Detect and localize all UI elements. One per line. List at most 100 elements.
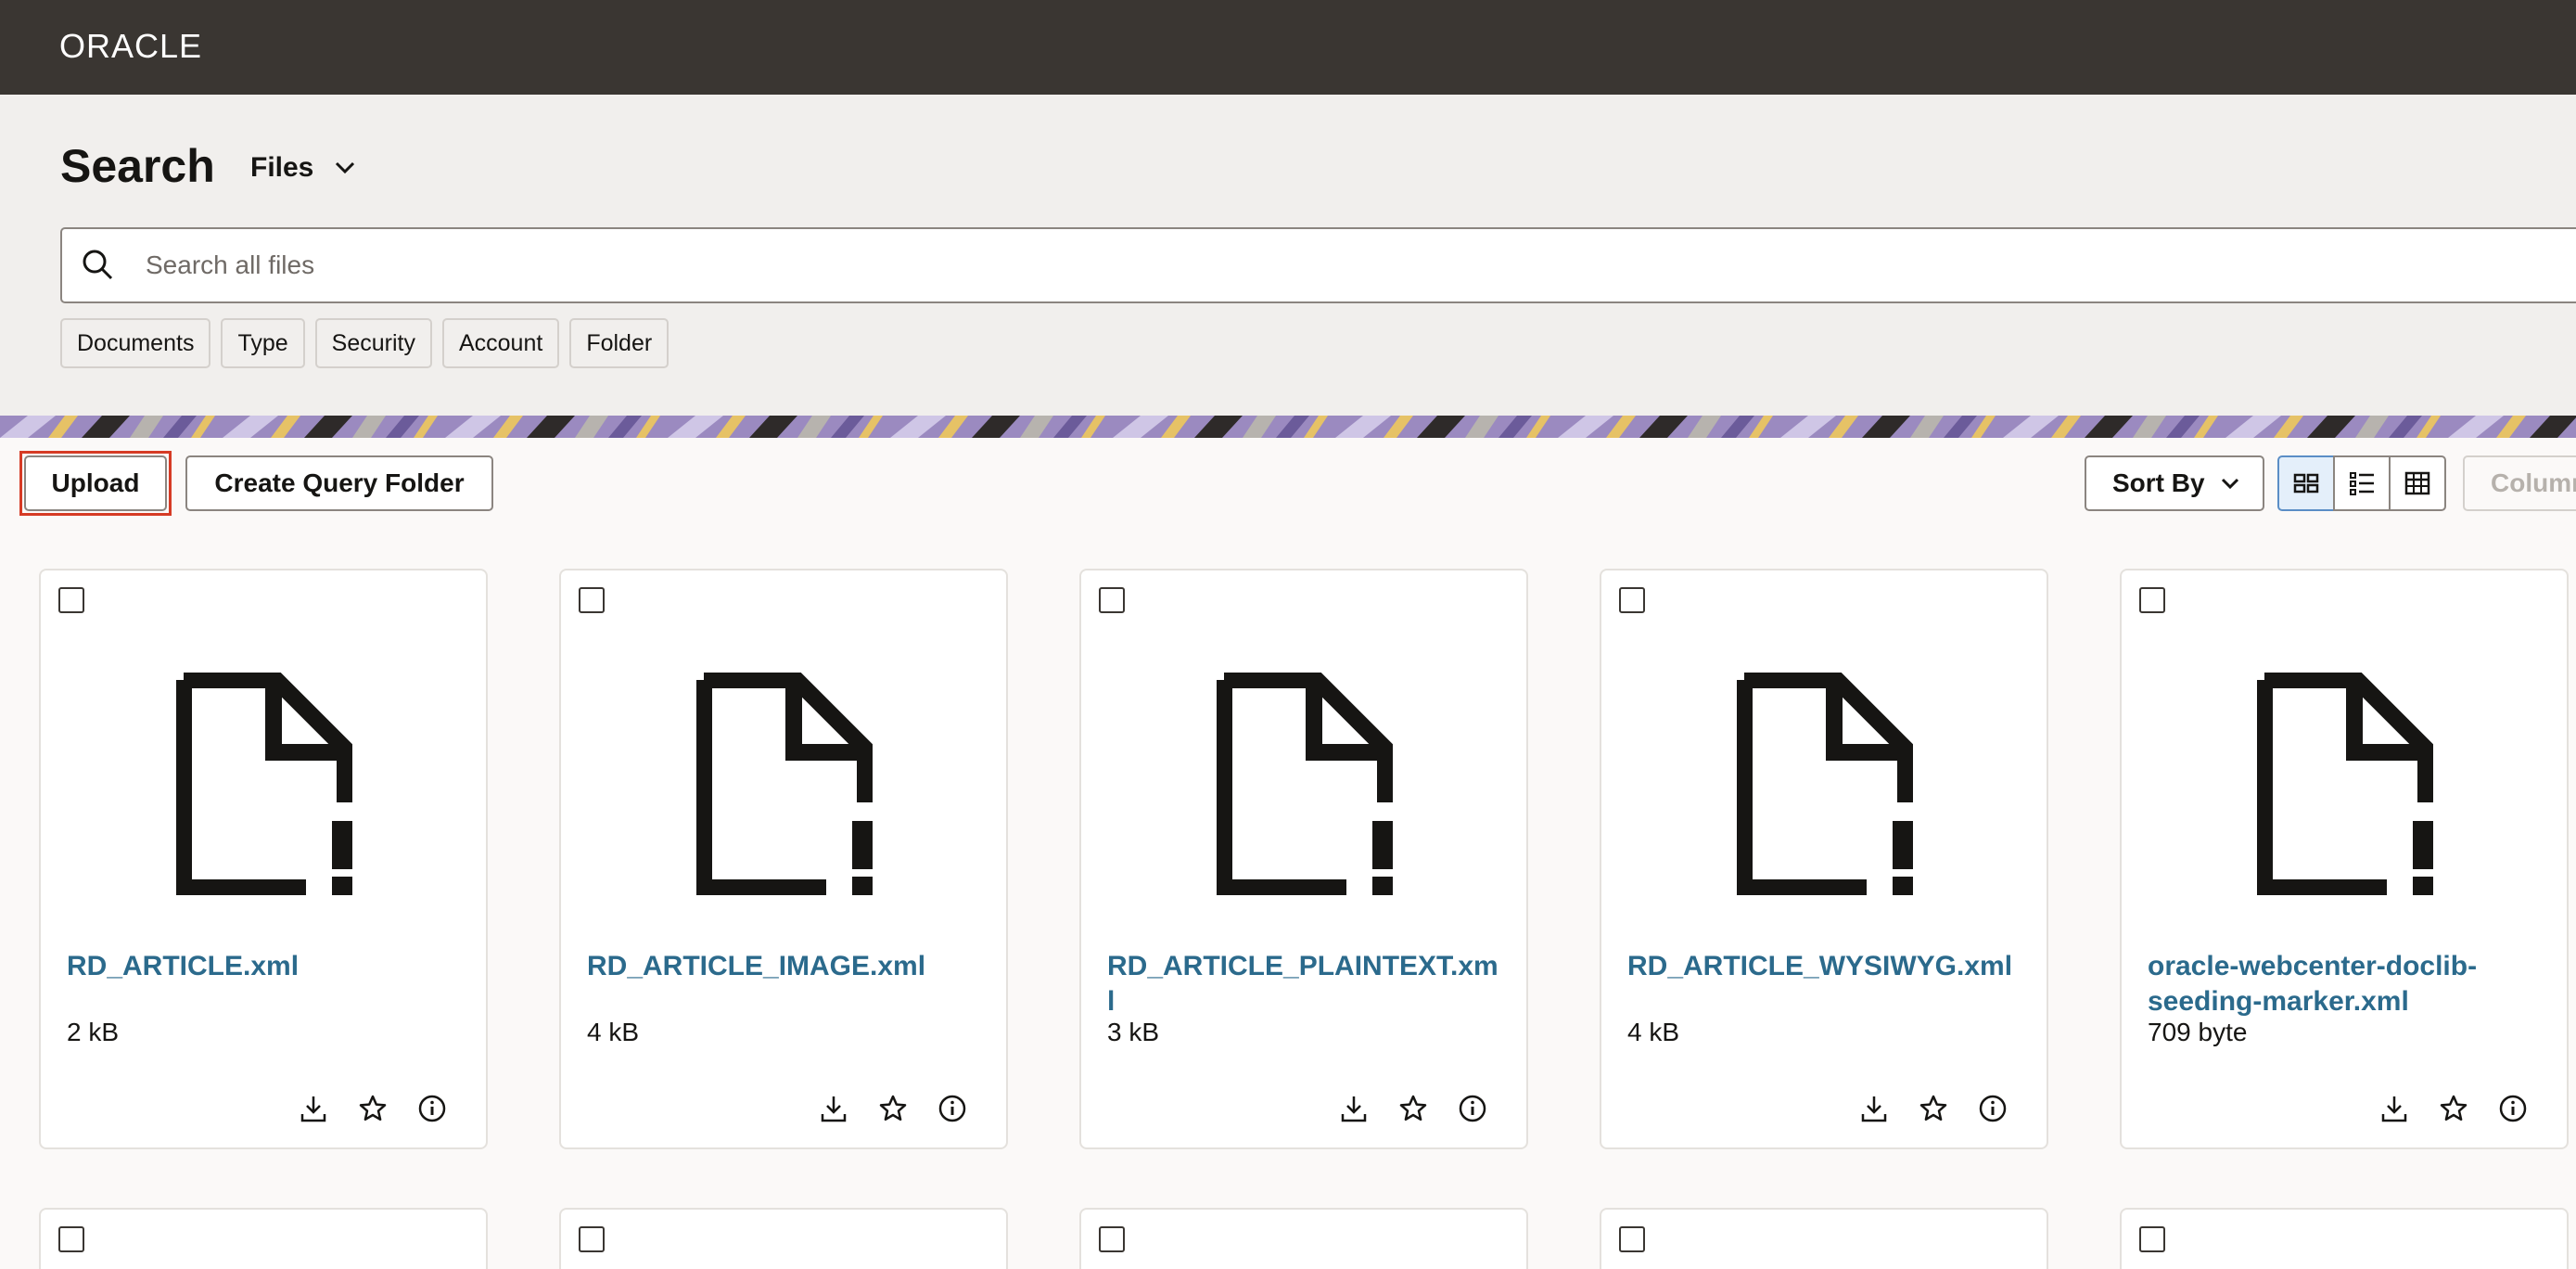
favorite-button[interactable]	[1917, 1092, 1950, 1125]
download-button[interactable]	[297, 1092, 330, 1125]
sort-by-dropdown[interactable]: Sort By	[2085, 455, 2264, 511]
filter-account[interactable]: Account	[441, 318, 560, 368]
file-name-link[interactable]: RD_ARTICLE_PLAINTEXT.xml	[1107, 949, 1506, 1019]
file-select-checkbox[interactable]	[579, 1226, 605, 1252]
columns-button[interactable]: Columns	[2463, 455, 2576, 511]
filter-type[interactable]: Type	[221, 318, 305, 368]
download-button[interactable]	[2378, 1092, 2411, 1125]
star-icon	[1919, 1095, 1947, 1122]
file-card[interactable]: RD_ARTICLE_IMAGE.xml 4 kB	[559, 569, 1008, 1149]
file-card[interactable]	[559, 1208, 1008, 1269]
download-icon	[1861, 1096, 1887, 1122]
file-card[interactable]: RD_ARTICLE_PLAINTEXT.xml 3 kB	[1079, 569, 1528, 1149]
download-button[interactable]	[817, 1092, 850, 1125]
info-button[interactable]	[415, 1092, 449, 1125]
list-view-button[interactable]	[2333, 455, 2391, 511]
file-select-checkbox[interactable]	[1099, 587, 1125, 613]
chevron-down-icon	[2221, 478, 2238, 490]
view-mode-toggle	[2277, 455, 2446, 511]
card-actions	[1337, 1092, 1489, 1125]
file-size: 4 kB	[1627, 1018, 1680, 1046]
info-button[interactable]	[2496, 1092, 2530, 1125]
download-icon	[300, 1096, 326, 1122]
favorite-button[interactable]	[1396, 1092, 1430, 1125]
card-actions	[297, 1092, 449, 1125]
info-icon	[1459, 1095, 1486, 1122]
unknown-file-icon	[176, 673, 352, 895]
search-scope-dropdown[interactable]: Files	[250, 152, 356, 184]
file-select-checkbox[interactable]	[58, 1226, 84, 1252]
card-actions	[1857, 1092, 2009, 1125]
download-button[interactable]	[1857, 1092, 1891, 1125]
unknown-file-icon	[696, 673, 873, 895]
file-card[interactable]	[2120, 1208, 2569, 1269]
top-bar: ORACLE	[0, 0, 2576, 95]
info-icon	[1979, 1095, 2007, 1122]
file-size: 709 byte	[2148, 1018, 2248, 1046]
file-card[interactable]	[1600, 1208, 2048, 1269]
card-actions	[817, 1092, 969, 1125]
download-icon	[2381, 1096, 2407, 1122]
decorative-banner	[0, 416, 2576, 438]
grid-view-icon	[2293, 473, 2319, 494]
favorite-button[interactable]	[356, 1092, 389, 1125]
file-select-checkbox[interactable]	[1619, 1226, 1645, 1252]
file-select-checkbox[interactable]	[579, 587, 605, 613]
upload-button-focus-ring	[19, 451, 172, 516]
info-button[interactable]	[936, 1092, 969, 1125]
info-icon	[2499, 1095, 2527, 1122]
file-select-checkbox[interactable]	[2139, 587, 2165, 613]
banner-pattern	[0, 416, 2576, 438]
sort-by-label: Sort By	[2112, 468, 2205, 497]
svg-text:ORACLE: ORACLE	[59, 28, 202, 65]
unknown-file-icon	[1217, 673, 1393, 895]
star-icon	[879, 1095, 907, 1122]
info-button[interactable]	[1456, 1092, 1489, 1125]
star-icon	[1399, 1095, 1427, 1122]
table-view-button[interactable]	[2389, 455, 2446, 511]
info-button[interactable]	[1976, 1092, 2009, 1125]
unknown-file-icon	[1737, 673, 1913, 895]
filter-documents[interactable]: Documents	[60, 318, 211, 368]
search-scope-label: Files	[250, 152, 314, 183]
file-name-link[interactable]: RD_ARTICLE.xml	[67, 949, 465, 984]
file-select-checkbox[interactable]	[1619, 587, 1645, 613]
file-select-checkbox[interactable]	[2139, 1226, 2165, 1252]
filter-folder[interactable]: Folder	[569, 318, 670, 368]
grid-view-button[interactable]	[2277, 455, 2335, 511]
file-card[interactable]: RD_ARTICLE.xml 2 kB	[39, 569, 488, 1149]
file-size: 3 kB	[1107, 1018, 1160, 1046]
file-size: 2 kB	[67, 1018, 120, 1046]
star-icon	[2440, 1095, 2468, 1122]
info-icon	[418, 1095, 446, 1122]
favorite-button[interactable]	[2437, 1092, 2470, 1125]
oracle-logo-mark: ORACLE	[59, 27, 202, 65]
download-button[interactable]	[1337, 1092, 1371, 1125]
oracle-logo[interactable]: ORACLE	[59, 27, 263, 70]
download-icon	[1341, 1096, 1367, 1122]
file-card[interactable]: oracle-webcenter-doclib-seeding-marker.x…	[2120, 569, 2569, 1149]
file-card[interactable]: RD_ARTICLE_WYSIWYG.xml 4 kB	[1600, 569, 2048, 1149]
file-name-link[interactable]: oracle-webcenter-doclib-seeding-marker.x…	[2148, 949, 2546, 1019]
download-icon	[821, 1096, 847, 1122]
file-card[interactable]	[1079, 1208, 1528, 1269]
list-view-icon	[2350, 472, 2374, 495]
star-icon	[359, 1095, 387, 1122]
create-query-folder-button[interactable]: Create Query Folder	[185, 455, 493, 511]
search-filters: Documents Type Security Account Folder	[60, 318, 670, 368]
favorite-button[interactable]	[876, 1092, 910, 1125]
file-name-link[interactable]: RD_ARTICLE_IMAGE.xml	[587, 949, 986, 984]
file-card[interactable]	[39, 1208, 488, 1269]
info-icon	[938, 1095, 966, 1122]
filter-security[interactable]: Security	[314, 318, 432, 368]
unknown-file-icon	[2257, 673, 2433, 895]
file-size: 4 kB	[587, 1018, 640, 1046]
search-input[interactable]	[84, 229, 2403, 301]
table-view-icon	[2404, 471, 2430, 495]
file-select-checkbox[interactable]	[58, 587, 84, 613]
file-select-checkbox[interactable]	[1099, 1226, 1125, 1252]
file-name-link[interactable]: RD_ARTICLE_WYSIWYG.xml	[1627, 949, 2026, 984]
page-title: Search	[60, 140, 215, 192]
search-field[interactable]	[60, 227, 2576, 303]
card-actions	[2378, 1092, 2530, 1125]
